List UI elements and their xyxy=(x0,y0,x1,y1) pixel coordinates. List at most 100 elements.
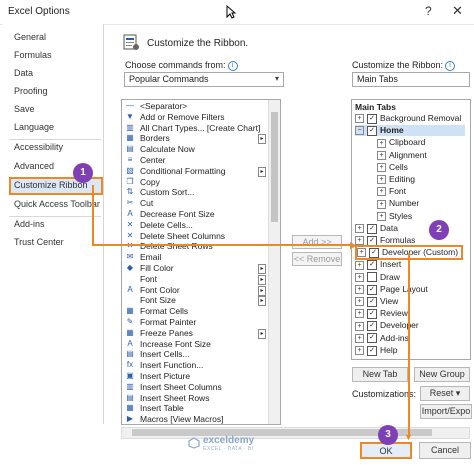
command-item[interactable]: Format Cells xyxy=(140,306,188,316)
tab-tree-item[interactable]: + ✓ Insert xyxy=(355,259,401,271)
command-item[interactable]: Insert Sheet Rows xyxy=(140,393,209,403)
expand-icon[interactable]: + xyxy=(355,224,364,234)
command-item[interactable]: Font Size xyxy=(140,295,176,305)
command-item[interactable]: Fill Color xyxy=(140,263,174,273)
tab-tree-item[interactable]: + ✓ Background Removal xyxy=(355,113,461,124)
tab-checkbox[interactable]: ✓ xyxy=(367,321,377,332)
expand-icon[interactable]: + xyxy=(355,346,364,356)
scroll-thumb[interactable] xyxy=(271,112,278,222)
expand-icon[interactable]: + xyxy=(355,297,364,307)
expand-icon[interactable]: + xyxy=(355,321,364,331)
command-item[interactable]: Copy xyxy=(140,177,160,187)
command-item[interactable]: Insert Cells... xyxy=(140,349,190,359)
collapse-icon[interactable]: − xyxy=(355,126,364,136)
expand-icon[interactable]: + xyxy=(377,199,386,209)
tab-checkbox[interactable]: ✓ xyxy=(367,296,377,307)
tab-checkbox[interactable] xyxy=(367,272,377,283)
nav-item[interactable]: Add-ins xyxy=(14,219,45,229)
tab-tree-item[interactable]: + ✓ Page Layout xyxy=(355,284,428,295)
tab-tree-item[interactable]: + ✓ Review xyxy=(355,308,408,319)
tab-tree-item[interactable]: + Draw xyxy=(355,272,400,283)
commands-listbox[interactable]: — <Separator> ▼ Add or Remove Filters ▥ All C… xyxy=(121,99,281,425)
command-item[interactable]: Conditional Formatting xyxy=(140,166,226,176)
nav-item[interactable]: Save xyxy=(14,104,35,114)
tab-tree-item[interactable]: + ✓ Data xyxy=(355,223,398,234)
help-icon[interactable]: ? xyxy=(425,4,432,18)
remove-button[interactable]: << Remove xyxy=(292,252,342,266)
expand-icon[interactable]: + xyxy=(355,285,364,295)
command-item[interactable]: All Chart Types... [Create Chart] xyxy=(140,123,260,133)
expand-icon[interactable]: + xyxy=(377,211,386,221)
tab-checkbox[interactable]: ✓ xyxy=(367,125,377,136)
expand-icon[interactable]: + xyxy=(377,163,386,173)
command-item[interactable]: Add or Remove Filters xyxy=(140,112,225,122)
tab-checkbox[interactable]: ✓ xyxy=(367,284,377,295)
nav-item[interactable]: Language xyxy=(14,122,54,132)
command-item[interactable]: Insert Sheet Columns xyxy=(140,382,222,392)
tab-tree-item[interactable]: + Styles xyxy=(377,211,412,221)
expand-icon[interactable]: + xyxy=(355,309,364,319)
new-group-button[interactable]: New Group xyxy=(414,367,470,382)
tab-tree-item[interactable]: + Number xyxy=(377,198,419,209)
command-item[interactable]: Cut xyxy=(140,198,153,208)
command-item[interactable]: Calculate Now xyxy=(140,144,195,154)
tab-tree-item[interactable]: + ✓ View xyxy=(355,296,398,307)
tab-checkbox[interactable]: ✓ xyxy=(367,113,377,124)
expand-icon[interactable]: + xyxy=(355,260,364,270)
command-item[interactable]: Freeze Panes xyxy=(140,328,193,338)
add-button[interactable]: Add >> xyxy=(292,235,342,249)
command-item[interactable]: Macros [View Macros] xyxy=(140,414,223,424)
command-item[interactable]: Decrease Font Size xyxy=(140,209,215,219)
command-item[interactable]: Increase Font Size xyxy=(140,339,211,349)
nav-item[interactable]: Data xyxy=(14,68,33,78)
expand-icon[interactable]: + xyxy=(355,272,364,282)
expand-icon[interactable]: + xyxy=(377,138,386,148)
nav-item[interactable]: Quick Access Toolbar xyxy=(14,199,100,209)
command-item[interactable]: Insert Table xyxy=(140,403,184,413)
tab-tree-item[interactable]: + Cells xyxy=(377,162,408,173)
tab-tree-item[interactable]: + ✓ Add-ins xyxy=(355,333,409,344)
nav-item[interactable]: Advanced xyxy=(14,161,54,171)
expand-icon[interactable]: + xyxy=(357,248,366,258)
command-item[interactable]: Insert Picture xyxy=(140,371,190,381)
command-item[interactable]: Center xyxy=(140,155,166,165)
tab-checkbox[interactable]: ✓ xyxy=(367,260,377,271)
choose-commands-dropdown[interactable]: Popular Commands ▾ xyxy=(124,72,284,87)
nav-item[interactable]: Accessibility xyxy=(14,142,63,152)
tab-tree-item[interactable]: + Clipboard xyxy=(377,137,425,148)
tab-tree-item[interactable]: + ✓ Formulas xyxy=(355,235,415,246)
nav-item[interactable]: Formulas xyxy=(14,50,52,60)
tab-checkbox[interactable]: ✓ xyxy=(367,333,377,344)
customize-ribbon-dropdown[interactable]: Main Tabs xyxy=(352,72,470,87)
tab-tree-item[interactable]: + ✓ Help xyxy=(355,345,397,356)
command-item[interactable]: <Separator> xyxy=(140,101,187,111)
tab-tree-item[interactable]: + Font xyxy=(377,186,406,197)
command-item[interactable]: Delete Cells... xyxy=(140,220,193,230)
command-item[interactable]: Borders xyxy=(140,133,170,143)
nav-item[interactable]: Proofing xyxy=(14,86,48,96)
command-item[interactable]: Insert Function... xyxy=(140,360,203,370)
tab-checkbox[interactable]: ✓ xyxy=(367,223,377,234)
tab-checkbox[interactable]: ✓ xyxy=(367,345,377,356)
command-item[interactable]: Format Painter xyxy=(140,317,196,327)
command-item[interactable]: Email xyxy=(140,252,161,262)
tabs-treeview[interactable]: Main Tabs + ✓ Background Removal − ✓ Home + Cli… xyxy=(351,99,471,360)
close-icon[interactable]: ✕ xyxy=(452,3,463,19)
expand-icon[interactable]: + xyxy=(355,114,364,124)
command-item[interactable]: Font Color xyxy=(140,285,180,295)
nav-item[interactable]: Customize Ribbon xyxy=(14,180,88,190)
new-tab-button[interactable]: New Tab xyxy=(352,367,408,382)
command-item[interactable]: Font xyxy=(140,274,157,284)
nav-item[interactable]: Trust Center xyxy=(14,237,64,247)
reset-button[interactable]: Reset ▾ xyxy=(420,386,470,401)
expand-icon[interactable]: + xyxy=(377,187,386,197)
import-export-button[interactable]: Import/Expo xyxy=(420,404,472,419)
command-item[interactable]: Custom Sort... xyxy=(140,187,194,197)
expand-icon[interactable]: + xyxy=(377,150,386,160)
tab-tree-item[interactable]: − ✓ Home xyxy=(355,125,465,136)
tab-tree-item[interactable]: + Editing xyxy=(377,174,415,185)
cancel-button[interactable]: Cancel xyxy=(419,442,471,459)
nav-item[interactable]: General xyxy=(14,32,46,42)
tab-tree-item[interactable]: + Alignment xyxy=(377,150,427,160)
commands-scrollbar[interactable] xyxy=(268,100,280,424)
